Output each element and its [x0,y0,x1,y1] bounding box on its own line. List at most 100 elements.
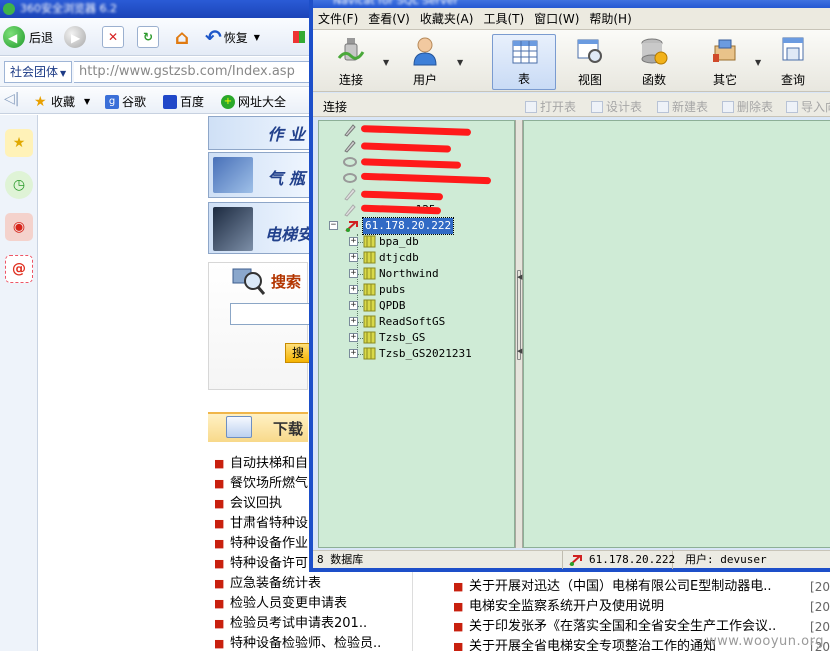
mail-at-icon[interactable]: @ [5,255,33,283]
url-input[interactable]: http://www.gstzsb.com/Index.asp [74,61,314,83]
import-wizard-button[interactable]: 导入向 [786,98,830,115]
news-date: [20 [808,577,830,597]
open-table-button[interactable]: 打开表 [525,98,576,115]
home-button[interactable]: ⌂ [171,25,193,49]
list-item[interactable]: ■ 检验人员变更申请表 [208,594,413,614]
home-icon: ⌂ [174,25,190,49]
toolbar-function-button[interactable]: 函数 [622,34,686,90]
pane-splitter[interactable]: ◀ ◀ [515,120,523,548]
list-item[interactable]: ■ 餐饮场所燃气 [208,474,308,494]
fav-item-google[interactable]: g 谷歌 [105,93,146,110]
connection-item-redacted[interactable] [319,122,514,138]
database-item[interactable]: + pubs [319,282,514,298]
expand-toggle[interactable]: + [349,269,358,278]
connection-item-selected[interactable]: − 61.178.20.222 [319,217,514,235]
database-item[interactable]: + dtjcdb [319,250,514,266]
menu-favorites[interactable]: 收藏夹(A) [415,10,479,27]
apps-button[interactable] [293,25,305,49]
group-dropdown[interactable]: 社会团体 ▼ [4,61,72,83]
splitter-grip[interactable]: ◀ ◀ [517,270,523,360]
expand-toggle[interactable]: + [349,285,358,294]
connection-item-redacted[interactable] [319,154,514,170]
banner-elevator[interactable]: 电梯安 [208,202,310,254]
weibo-icon[interactable]: ◉ [5,213,33,241]
toolbar-view-button[interactable]: 视图 [558,34,622,90]
redaction-mark [360,142,452,153]
connection-item-redacted[interactable] [319,138,514,154]
server-connection-icon [344,204,356,217]
back-button[interactable]: ◀ 后退 [3,25,53,49]
banner-cylinder[interactable]: 气 瓶 [208,152,310,198]
expand-toggle[interactable]: + [349,237,358,246]
address-bar: 社会团体 ▼ http://www.gstzsb.com/Index.asp [0,57,314,87]
expand-toggle[interactable]: + [349,317,358,326]
fav-item-collect[interactable]: ★ 收藏 ▼ [34,93,90,110]
toolbar-table-button[interactable]: 表 [492,34,556,90]
connection-dropdown-icon[interactable]: ▼ [383,58,389,67]
design-table-button[interactable]: 设计表 [591,98,642,115]
favorites-star-icon[interactable]: ★ [5,129,33,157]
database-label: bpa_db [379,235,419,248]
list-item[interactable]: ■ 会议回执 [208,494,308,514]
sidebar-toggle-icon[interactable]: ◁| [4,91,19,107]
list-item[interactable]: ■ 特种设备许可 [208,554,308,574]
connection-item-redacted[interactable] [319,186,514,202]
database-label: QPDB [379,299,406,312]
toolbar-connection-button[interactable]: 连接 [319,34,383,90]
database-label: pubs [379,283,406,296]
collapse-toggle[interactable]: − [329,221,338,230]
connection-tree[interactable]: .125 − 61.178.20.222 + bpa_db + dtjcdb + Nort… [318,120,515,548]
list-item[interactable]: ■ 特种设备检验师、检验员.. [208,634,413,651]
monitor-icon [226,416,252,438]
menu-tools[interactable]: 工具(T) [478,10,529,27]
news-item[interactable]: ■ 关于开展对迅达（中国）电梯有限公司E型制动器电.. [20 [447,577,830,597]
redaction-mark [360,204,442,215]
menu-file[interactable]: 文件(F) [313,10,363,27]
restore-button[interactable]: ↶ 恢复 ▼ [205,25,260,49]
expand-toggle[interactable]: + [349,333,358,342]
object-list-pane[interactable] [523,120,830,548]
site-search-input[interactable] [230,303,310,325]
expand-toggle[interactable]: + [349,253,358,262]
list-item[interactable]: ■ 应急装备统计表 [208,574,413,594]
list-item[interactable]: ■ 检验员考试申请表201.. [208,614,413,634]
forward-button[interactable]: ▶ [64,25,86,49]
menu-view[interactable]: 查看(V) [363,10,415,27]
refresh-button[interactable]: ↻ [137,25,159,49]
collapse-left-icon-bottom: ◀ [517,347,523,355]
delete-table-button[interactable]: 删除表 [722,98,773,115]
database-item[interactable]: + Tzsb_GS [319,330,514,346]
menu-help[interactable]: 帮助(H) [584,10,636,27]
fav-item-daquan[interactable]: + 网址大全 [221,93,286,110]
list-item[interactable]: ■ 自动扶梯和自 [208,454,308,474]
database-item[interactable]: + QPDB [319,298,514,314]
expand-toggle[interactable]: + [349,301,358,310]
menu-window[interactable]: 窗口(W) [529,10,584,27]
toolbar-user-button[interactable]: 用户 [393,34,457,90]
connection-item-redacted[interactable] [319,170,514,186]
toolbar-other-button[interactable]: 其它 [693,34,757,90]
database-item[interactable]: + bpa_db [319,234,514,250]
site-search-button[interactable]: 搜 [285,343,311,363]
restore-dropdown-icon[interactable]: ▼ [254,33,260,42]
user-dropdown-icon[interactable]: ▼ [457,58,463,67]
database-item[interactable]: + ReadSoftGS [319,314,514,330]
bullet-icon: ■ [214,477,225,490]
database-item[interactable]: + Northwind [319,266,514,282]
list-item[interactable]: ■ 甘肃省特种设 [208,514,308,534]
toolbar-query-button[interactable]: 查询 [761,34,825,90]
connection-item-partial[interactable]: .125 [319,202,514,218]
database-item[interactable]: + Tzsb_GS2021231 [319,346,514,362]
db-client-window: Navicat for SQL Server 文件(F) 查看(V) 收藏夹(A… [309,0,830,572]
stop-button[interactable]: ✕ [102,25,124,49]
server-connection-icon [344,140,356,153]
expand-toggle[interactable]: + [349,349,358,358]
list-item[interactable]: ■ 特种设备作业 [208,534,308,554]
history-clock-icon[interactable]: ◷ [5,171,33,199]
back-label: 后退 [29,30,54,45]
new-table-button[interactable]: 新建表 [657,98,708,115]
fav-item-baidu[interactable]: 百度 [163,93,204,110]
stop-icon: ✕ [102,26,124,48]
news-item[interactable]: ■ 电梯安全监察系统开户及使用说明 [20 [447,597,830,617]
banner-operation[interactable]: 作 业 [208,116,310,150]
